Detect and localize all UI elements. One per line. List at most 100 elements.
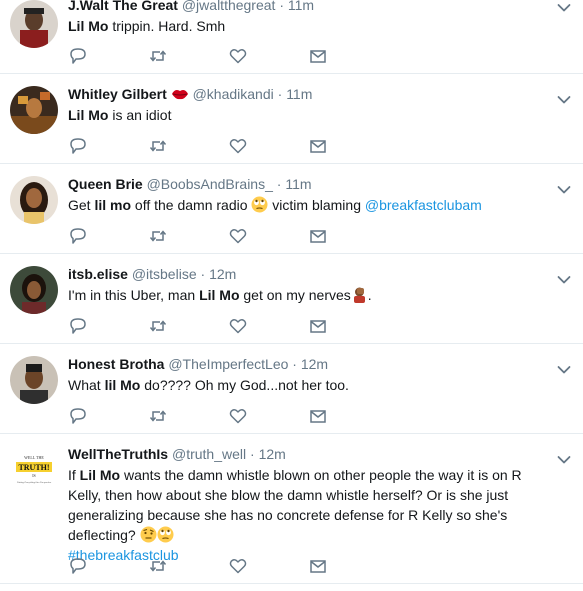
- chevron-down-icon[interactable]: [557, 0, 571, 12]
- tweet-text: If Lil Mo wants the damn whistle blown o…: [68, 465, 553, 565]
- tweet-header: Queen Brie @BoobsAndBrains_ · 11m: [68, 175, 553, 193]
- separator: ·: [200, 266, 206, 282]
- user-handle[interactable]: @TheImperfectLeo: [168, 356, 288, 372]
- rolling-eyes-icon: [157, 526, 174, 543]
- display-name[interactable]: Queen Brie: [68, 176, 143, 192]
- timestamp[interactable]: 12m: [259, 446, 286, 462]
- heart-icon[interactable]: [228, 46, 248, 66]
- tweet-actions: [68, 316, 358, 336]
- search-term-highlight: lil Mo: [104, 377, 141, 393]
- search-term-highlight: lil mo: [94, 197, 132, 213]
- tweet-actions: [68, 46, 358, 66]
- user-handle[interactable]: @khadikandi: [193, 86, 274, 102]
- logo-text-sub: IS: [32, 473, 36, 478]
- user-handle[interactable]: @BoobsAndBrains_: [147, 176, 273, 192]
- separator: ·: [250, 446, 255, 462]
- direct-message-icon[interactable]: [308, 226, 328, 246]
- tweet-actions: [68, 136, 358, 156]
- tweet[interactable]: Honest Brotha @TheImperfectLeo · 12m Wha…: [0, 344, 583, 434]
- chevron-down-icon[interactable]: [557, 452, 571, 464]
- timestamp[interactable]: 11m: [285, 176, 311, 192]
- direct-message-icon[interactable]: [308, 136, 328, 156]
- display-name[interactable]: Honest Brotha: [68, 356, 164, 372]
- reply-icon[interactable]: [68, 46, 88, 66]
- tweet-text-segment: get on my nerves: [239, 287, 351, 303]
- retweet-icon[interactable]: [148, 556, 168, 576]
- chevron-down-icon[interactable]: [557, 182, 571, 194]
- direct-message-icon[interactable]: [308, 406, 328, 426]
- logo-text-main: TRUTH!: [18, 463, 49, 472]
- separator: ·: [279, 0, 284, 13]
- user-handle[interactable]: @truth_well: [172, 446, 246, 462]
- tweet-actions: [68, 406, 358, 426]
- chevron-down-icon[interactable]: [557, 272, 571, 284]
- tweet[interactable]: J.Walt The Great @jwaltthegreat · 11m Li…: [0, 0, 583, 74]
- avatar[interactable]: [10, 0, 58, 48]
- avatar[interactable]: [10, 86, 58, 134]
- retweet-icon[interactable]: [148, 136, 168, 156]
- logo-text-top: WELL THE: [24, 455, 44, 460]
- retweet-icon[interactable]: [148, 46, 168, 66]
- tweet[interactable]: WELL THE TRUTH! IS Putting Everything In…: [0, 434, 583, 584]
- tweet-text-segment: victim blaming: [268, 197, 365, 213]
- tweet-header: WellTheTruthIs @truth_well · 12m: [68, 445, 553, 463]
- chevron-down-icon[interactable]: [557, 92, 571, 104]
- retweet-icon[interactable]: [148, 316, 168, 336]
- tweet[interactable]: itsb.elise @itsbelise · 12m I'm in this …: [0, 254, 583, 344]
- reply-icon[interactable]: [68, 226, 88, 246]
- timestamp[interactable]: 11m: [286, 86, 312, 102]
- reply-icon[interactable]: [68, 316, 88, 336]
- user-handle[interactable]: @itsbelise: [132, 266, 197, 282]
- chevron-down-icon[interactable]: [557, 362, 571, 374]
- heart-icon[interactable]: [228, 226, 248, 246]
- raised-eyebrow-icon: [140, 526, 157, 543]
- timestamp[interactable]: 12m: [209, 266, 236, 282]
- heart-icon[interactable]: [228, 556, 248, 576]
- search-term-highlight: Lil Mo: [68, 107, 109, 123]
- tweet-text-segment: .: [367, 287, 372, 303]
- display-name[interactable]: Whitley Gilbert: [68, 86, 167, 102]
- direct-message-icon[interactable]: [308, 556, 328, 576]
- tweet-header: Honest Brotha @TheImperfectLeo · 12m: [68, 355, 553, 373]
- retweet-icon[interactable]: [148, 406, 168, 426]
- avatar[interactable]: [10, 176, 58, 224]
- reply-icon[interactable]: [68, 406, 88, 426]
- display-name[interactable]: WellTheTruthIs: [68, 446, 168, 462]
- brand-logo: WELL THE TRUTH! IS Putting Everything In…: [10, 446, 58, 494]
- tweet-text: What lil Mo do???? Oh my God...not her t…: [68, 375, 553, 395]
- tweet-actions: [68, 226, 358, 246]
- avatar[interactable]: WELL THE TRUTH! IS Putting Everything In…: [10, 446, 58, 494]
- tweet-text-segment: What: [68, 377, 105, 393]
- tweet-text: I'm in this Uber, man Lil Mo get on my n…: [68, 285, 553, 305]
- avatar[interactable]: [10, 266, 58, 314]
- rolling-eyes-icon: [251, 196, 268, 213]
- tweet[interactable]: Whitley Gilbert @khadikandi · 11m Lil Mo…: [0, 74, 583, 164]
- heart-icon[interactable]: [228, 316, 248, 336]
- mention-link[interactable]: @breakfastclubam: [365, 197, 482, 213]
- timestamp[interactable]: 11m: [288, 0, 314, 13]
- display-name[interactable]: J.Walt The Great: [68, 0, 178, 13]
- direct-message-icon[interactable]: [308, 46, 328, 66]
- tweet-header: itsb.elise @itsbelise · 12m: [68, 265, 553, 283]
- display-name[interactable]: itsb.elise: [68, 266, 128, 282]
- reply-icon[interactable]: [68, 136, 88, 156]
- retweet-icon[interactable]: [148, 226, 168, 246]
- tweet-text-segment: wants the damn whistle blown on other pe…: [68, 467, 522, 543]
- direct-message-icon[interactable]: [308, 316, 328, 336]
- timestamp[interactable]: 12m: [301, 356, 328, 372]
- user-handle[interactable]: @jwaltthegreat: [182, 0, 276, 13]
- avatar[interactable]: [10, 356, 58, 404]
- tweet-text-segment: is an idiot: [108, 107, 172, 123]
- tweet-text: Lil Mo is an idiot: [68, 105, 553, 125]
- heart-icon[interactable]: [228, 406, 248, 426]
- reply-icon[interactable]: [68, 556, 88, 576]
- tweet-text: Lil Mo trippin. Hard. Smh: [68, 16, 553, 36]
- separator: ·: [276, 176, 282, 192]
- tweet-header: Whitley Gilbert @khadikandi · 11m: [68, 85, 553, 103]
- tweet-text: Get lil mo off the damn radio victim bla…: [68, 195, 553, 215]
- separator: ·: [277, 86, 283, 102]
- heart-icon[interactable]: [228, 136, 248, 156]
- tweet[interactable]: Queen Brie @BoobsAndBrains_ · 11m Get li…: [0, 164, 583, 254]
- search-term-highlight: Lil Mo: [68, 18, 109, 34]
- tweet-text-segment: Get: [68, 197, 95, 213]
